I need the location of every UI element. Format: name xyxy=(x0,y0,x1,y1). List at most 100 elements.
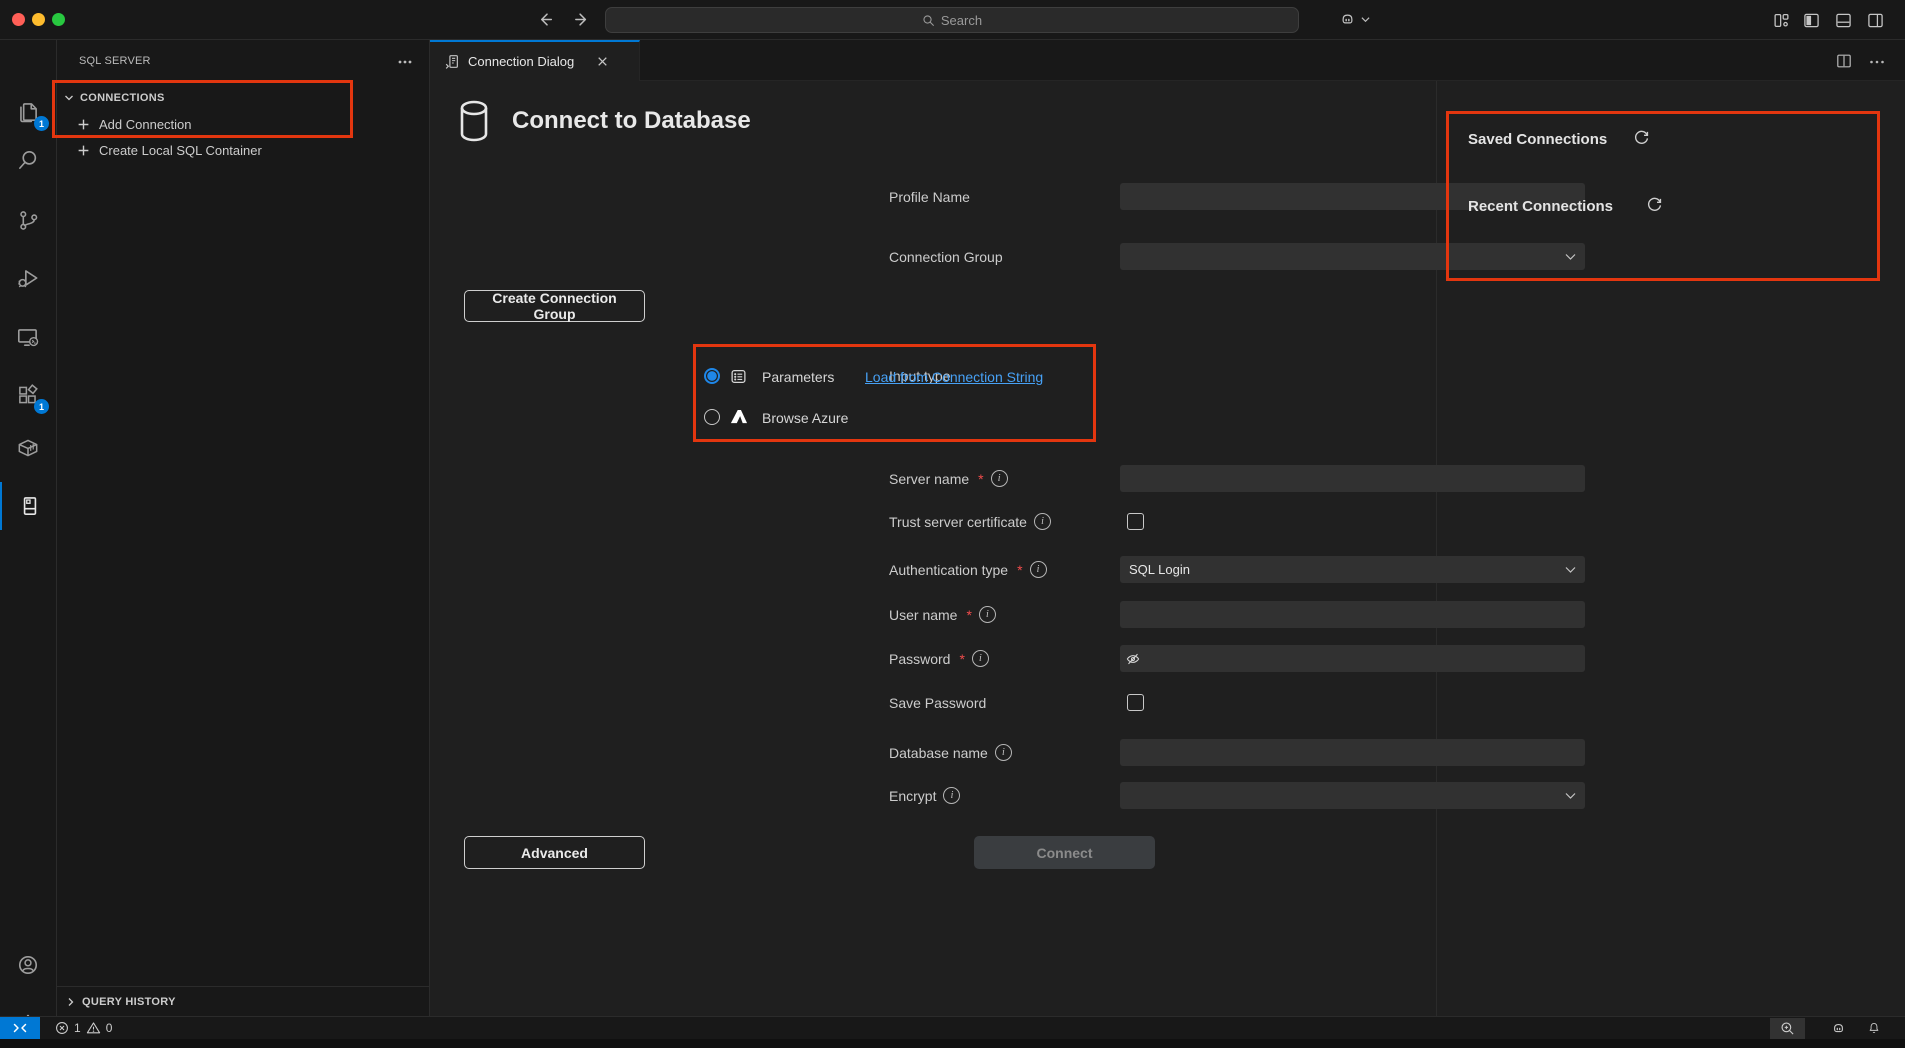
required-mark: * xyxy=(978,471,983,487)
browse-azure-radio-label: Browse Azure xyxy=(762,410,848,426)
sidebar-item-extensions[interactable]: 1 xyxy=(0,371,56,419)
trust-certificate-text: Trust server certificate xyxy=(889,514,1027,530)
query-history-section-header[interactable]: QUERY HISTORY xyxy=(57,986,430,1016)
create-local-sql-container-item[interactable]: Create Local SQL Container xyxy=(57,138,430,162)
eye-off-icon[interactable] xyxy=(1124,650,1142,668)
remote-indicator-icon xyxy=(13,1022,27,1034)
chevron-down-icon xyxy=(1361,16,1370,23)
tab-label: Connection Dialog xyxy=(468,54,574,69)
tab-bar: Connection Dialog xyxy=(430,40,1905,81)
azure-icon xyxy=(729,407,748,426)
chevron-down-icon xyxy=(63,92,75,104)
server-name-input[interactable] xyxy=(1120,465,1585,492)
parameters-radio-label: Parameters xyxy=(762,369,834,385)
database-name-input[interactable] xyxy=(1120,739,1585,766)
user-name-label: User name * i xyxy=(889,601,996,628)
required-mark: * xyxy=(1017,562,1022,578)
panel-toggle-icon[interactable] xyxy=(1835,12,1852,29)
sidebar-item-search[interactable] xyxy=(0,136,56,184)
secondary-sidebar-icon[interactable] xyxy=(1867,12,1884,29)
remote-indicator[interactable] xyxy=(0,1017,40,1039)
info-icon[interactable]: i xyxy=(979,606,996,623)
create-container-label: Create Local SQL Container xyxy=(99,143,262,158)
chevron-right-icon xyxy=(65,996,77,1008)
info-icon[interactable]: i xyxy=(1030,561,1047,578)
back-icon[interactable] xyxy=(538,11,555,28)
editor-area: Connection Dialog Connect to Database Pr… xyxy=(430,40,1905,1016)
connect-button[interactable]: Connect xyxy=(974,836,1155,869)
authentication-type-text: Authentication type xyxy=(889,562,1008,578)
sql-server-icon xyxy=(17,493,43,519)
user-name-input[interactable] xyxy=(1120,601,1585,628)
minimize-window-button[interactable] xyxy=(32,13,45,26)
sidebar-toggle-icon[interactable] xyxy=(1803,12,1820,29)
sidebar-item-source-control[interactable] xyxy=(0,196,56,244)
search-input[interactable]: Search xyxy=(605,7,1299,33)
page-title: Connect to Database xyxy=(512,107,751,135)
sidebar-item-sql-server[interactable] xyxy=(0,482,58,530)
connection-group-select[interactable] xyxy=(1120,243,1585,270)
title-bar: Search xyxy=(0,0,1905,40)
pane-divider xyxy=(1436,81,1437,1016)
save-password-checkbox[interactable] xyxy=(1127,694,1144,711)
create-connection-group-button[interactable]: Create Connection Group xyxy=(464,290,645,322)
password-input[interactable] xyxy=(1120,645,1585,672)
info-icon[interactable]: i xyxy=(1034,513,1051,530)
account-icon xyxy=(15,952,41,978)
copilot-status-icon[interactable] xyxy=(1830,1020,1847,1037)
zoom-icon xyxy=(1780,1021,1795,1036)
load-connection-string-link[interactable]: Load from Connection String xyxy=(865,369,1043,385)
refresh-icon[interactable] xyxy=(1646,196,1663,213)
required-mark: * xyxy=(959,651,964,667)
close-icon[interactable] xyxy=(596,55,609,68)
problems-status[interactable]: 1 0 xyxy=(55,1017,112,1039)
tab-connection-dialog[interactable]: Connection Dialog xyxy=(430,40,640,81)
debug-icon xyxy=(15,265,41,291)
close-window-button[interactable] xyxy=(12,13,25,26)
zoom-status-button[interactable] xyxy=(1770,1018,1805,1039)
warning-count: 0 xyxy=(106,1021,113,1035)
add-connection-item[interactable]: Add Connection xyxy=(57,112,430,136)
info-icon[interactable]: i xyxy=(991,470,1008,487)
zoom-window-button[interactable] xyxy=(52,13,65,26)
editor-more-actions-icon[interactable] xyxy=(1869,59,1885,65)
layout-icon[interactable] xyxy=(1773,12,1790,29)
browse-azure-radio[interactable] xyxy=(704,409,720,425)
database-icon xyxy=(458,100,490,142)
remote-icon xyxy=(15,324,41,350)
query-history-label: QUERY HISTORY xyxy=(82,996,176,1008)
refresh-icon[interactable] xyxy=(1633,129,1650,146)
more-actions-icon[interactable] xyxy=(397,56,413,68)
sidebar-item-explorer[interactable]: 1 xyxy=(0,88,56,136)
split-editor-icon[interactable] xyxy=(1836,53,1852,69)
parameters-icon xyxy=(730,368,747,385)
sidebar-item-run-debug[interactable] xyxy=(0,254,56,302)
info-icon[interactable]: i xyxy=(943,787,960,804)
sql-server-panel: SQL SERVER CONNECTIONS Add Connection Cr… xyxy=(57,40,430,1016)
connections-section-header[interactable]: CONNECTIONS xyxy=(57,88,430,108)
sidebar-item-containers[interactable] xyxy=(0,424,56,472)
recent-connections-header: Recent Connections xyxy=(1468,198,1613,215)
trust-certificate-checkbox[interactable] xyxy=(1127,513,1144,530)
sidebar-item-remote-explorer[interactable] xyxy=(0,313,56,361)
bell-icon[interactable] xyxy=(1866,1020,1882,1036)
advanced-button[interactable]: Advanced xyxy=(464,836,645,869)
connection-dialog-icon xyxy=(443,53,460,70)
connection-group-label: Connection Group xyxy=(889,243,1003,270)
encrypt-select[interactable] xyxy=(1120,782,1585,809)
authentication-type-select[interactable]: SQL Login xyxy=(1120,556,1585,583)
database-name-text: Database name xyxy=(889,745,988,761)
error-count: 1 xyxy=(74,1021,81,1035)
source-control-icon xyxy=(16,208,41,233)
parameters-radio[interactable] xyxy=(704,368,720,384)
info-icon[interactable]: i xyxy=(972,650,989,667)
copilot-menu[interactable] xyxy=(1338,10,1370,29)
info-icon[interactable]: i xyxy=(995,744,1012,761)
add-connection-label: Add Connection xyxy=(99,117,192,132)
save-password-label: Save Password xyxy=(889,689,986,716)
forward-icon[interactable] xyxy=(570,11,587,28)
saved-connections-header: Saved Connections xyxy=(1468,131,1607,148)
search-icon xyxy=(15,147,41,173)
password-text: Password xyxy=(889,651,950,667)
account-button[interactable] xyxy=(0,941,56,989)
